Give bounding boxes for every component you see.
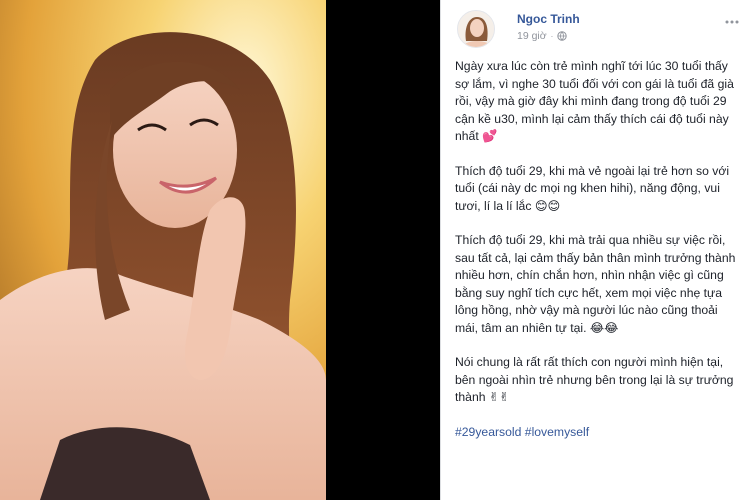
author-name[interactable]: Ngoc Trinh [517,12,580,26]
hashtag-link[interactable]: #29yearsold [455,425,521,439]
laugh-emoji-icon: 😂😂 [589,320,619,335]
author-avatar[interactable] [457,10,495,48]
avatar-icon [458,11,494,47]
post-header: Ngoc Trinh 19 giờ · [457,8,741,48]
post-paragraph: Ngày xưa lúc còn trẻ mình nghĩ tới lúc 3… [455,58,741,146]
post-photo[interactable] [0,0,326,500]
post-panel: Ngoc Trinh 19 giờ · Ngày xưa lúc còn trẻ… [440,0,750,500]
more-options-icon[interactable] [725,14,739,24]
post-paragraph: Thích độ tuổi 29, khi mà trải qua nhiều … [455,232,741,337]
post-paragraph: Nói chung là rất rất thích con người mìn… [455,354,741,407]
globe-icon[interactable] [557,31,568,41]
portrait-image [0,0,326,500]
post-timestamp[interactable]: 19 giờ [517,30,547,42]
post-body: Ngày xưa lúc còn trẻ mình nghĩ tới lúc 3… [455,58,741,458]
hashtag-line: #29yearsold #lovemyself [455,424,741,442]
meta-separator: · [550,31,554,41]
photo-divider [326,0,440,500]
smile-emoji-icon: 😊😊 [534,198,561,213]
paragraph-text: Thích độ tuổi 29, khi mà vẻ ngoài lại tr… [455,163,730,213]
post-paragraph: Thích độ tuổi 29, khi mà vẻ ngoài lại tr… [455,163,741,216]
post-meta: 19 giờ · [517,30,568,42]
heart-emoji-icon: 💕 [482,129,498,143]
victory-hand-emoji-icon: ✌✌ [488,390,510,404]
hashtag-link[interactable]: #lovemyself [525,425,589,439]
